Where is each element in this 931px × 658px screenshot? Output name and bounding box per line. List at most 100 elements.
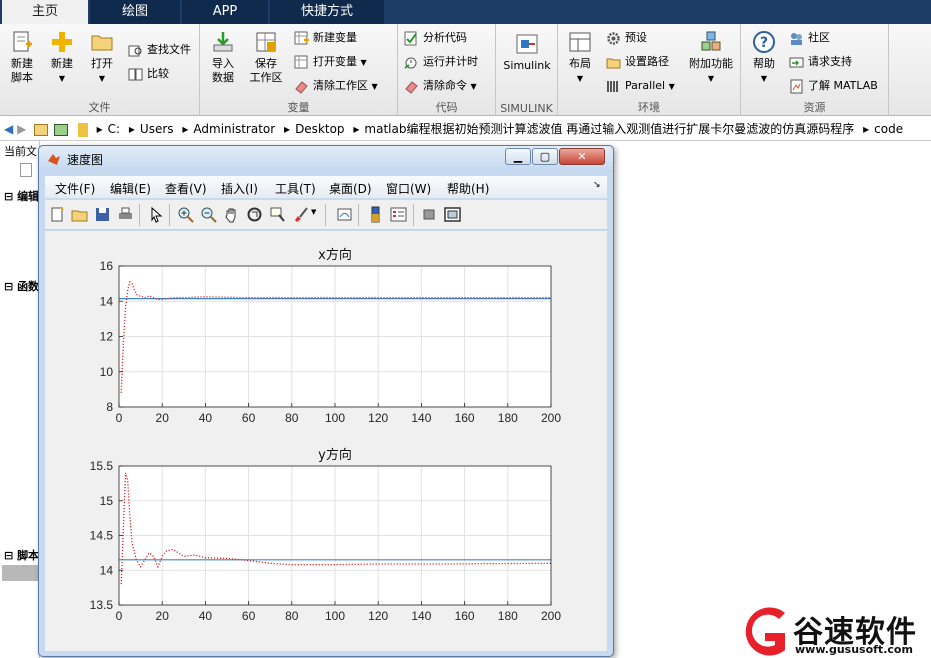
menu-insert[interactable]: 插入(I): [221, 180, 258, 197]
run-and-time-button[interactable]: 运行并计时: [404, 52, 478, 72]
x-tick-label: 200: [541, 609, 561, 623]
minimize-button[interactable]: ▁: [505, 148, 531, 165]
find-files-button[interactable]: 查找文件: [128, 40, 191, 60]
path-segment[interactable]: matlab编程根据初始预测计算滤波值 再通过输入观测值进行扩展卡尔曼滤波的仿真…: [364, 122, 854, 136]
x-tick-label: 0: [116, 609, 123, 623]
layout-icon: [569, 32, 591, 52]
link-plot-icon[interactable]: [336, 206, 353, 223]
menu-file[interactable]: 文件(F): [55, 180, 95, 197]
plots-svg: 0 20 40 60 80 100 120 140 160 180 200 8 10 12 14 16 x方向 0…: [90, 247, 562, 623]
import-data-button[interactable]: 导入 数据: [206, 30, 240, 85]
dropdown-arrow-icon[interactable]: ▼: [311, 208, 316, 216]
compare-button[interactable]: 比较: [128, 64, 169, 84]
x-tick-label: 200: [541, 411, 561, 425]
simulink-button[interactable]: Simulink: [500, 32, 554, 73]
community-button[interactable]: 社区: [789, 28, 830, 48]
open-label: 打开: [91, 57, 113, 70]
dock-icon[interactable]: ↘: [593, 180, 601, 190]
current-folder-pane: 当前文 ⊟ 编辑 ⊟ 函数 ⊟ 脚本: [0, 141, 40, 658]
figure-titlebar[interactable]: 速度图 ▁ ▢ ✕: [39, 146, 613, 172]
new-figure-icon[interactable]: [49, 206, 66, 223]
save-workspace-button[interactable]: 保存 工作区: [246, 30, 286, 85]
zoom-in-icon[interactable]: [177, 206, 194, 223]
pointer-icon[interactable]: [148, 206, 165, 223]
new-script-button[interactable]: 新建 脚本: [4, 30, 40, 85]
collapse-icon[interactable]: ⊟: [4, 280, 13, 293]
tab-apps[interactable]: APP: [182, 0, 268, 24]
x-tick-label: 60: [242, 411, 256, 425]
path-segment[interactable]: Desktop: [295, 122, 345, 136]
analyze-code-button[interactable]: 分析代码: [404, 28, 467, 48]
toolbar-divider: [413, 204, 414, 226]
address-bar[interactable]: ◀ ▶ ▸ C: ▸ Users ▸ Administrator ▸ Desktop ▸…: [0, 117, 931, 141]
menu-desktop[interactable]: 桌面(D): [329, 180, 372, 197]
menu-window[interactable]: 窗口(W): [386, 180, 431, 197]
path-segment[interactable]: Users: [140, 122, 174, 136]
new-variable-button[interactable]: 新建变量: [294, 28, 357, 48]
learn-matlab-button[interactable]: 了解 MATLAB: [789, 76, 878, 96]
x-tick-label: 180: [498, 609, 518, 623]
request-support-button[interactable]: 请求支持: [789, 52, 852, 72]
clear-commands-button[interactable]: 清除命令 ▼: [404, 76, 477, 96]
y-tick-label: 15.5: [90, 459, 114, 473]
open-file-icon[interactable]: [71, 206, 88, 223]
zoom-out-icon[interactable]: [200, 206, 217, 223]
set-path-button[interactable]: 设置路径: [606, 52, 669, 72]
print-icon[interactable]: [117, 206, 134, 223]
section-edit[interactable]: ⊟ 编辑: [4, 188, 39, 204]
path-segment[interactable]: C:: [108, 122, 120, 136]
x-tick-label: 100: [325, 411, 345, 425]
clear-workspace-button[interactable]: 清除工作区 ▼: [294, 76, 378, 96]
parallel-button[interactable]: Parallel ▼: [606, 76, 675, 96]
section-script[interactable]: ⊟ 脚本: [4, 547, 39, 563]
hide-plot-tools-icon[interactable]: [421, 206, 438, 223]
collapse-icon[interactable]: ⊟: [4, 549, 13, 562]
help-button[interactable]: ? 帮助 ▼: [747, 30, 781, 86]
plus-icon: [52, 32, 72, 52]
pan-hand-icon[interactable]: [223, 206, 240, 223]
x-tick-label: 160: [455, 609, 475, 623]
close-button[interactable]: ✕: [559, 148, 605, 165]
find-files-label: 查找文件: [147, 43, 191, 56]
analyze-icon: [404, 31, 417, 45]
open-variable-button[interactable]: 打开变量 ▼: [294, 52, 367, 72]
group-file: 新建 脚本 新建 ▼ 打开 ▼ 查找文件 比较 文件: [0, 24, 200, 116]
new-button[interactable]: 新建 ▼: [44, 30, 80, 86]
path-segment[interactable]: code: [874, 122, 903, 136]
colorbar-icon[interactable]: [367, 206, 384, 223]
y-tick-label: 14: [100, 563, 114, 577]
layout-button[interactable]: 布局 ▼: [562, 30, 598, 86]
parallel-icon: [607, 80, 618, 92]
path-segment[interactable]: Administrator: [193, 122, 275, 136]
legend-icon[interactable]: [390, 206, 407, 223]
menu-view[interactable]: 查看(V): [165, 180, 207, 197]
selected-row[interactable]: [2, 565, 39, 581]
forward-arrow-icon[interactable]: ▶: [17, 122, 26, 136]
tab-shortcuts[interactable]: 快捷方式: [270, 0, 384, 24]
preferences-button[interactable]: 预设: [606, 28, 647, 48]
tab-home[interactable]: 主页: [2, 0, 88, 24]
rotate-3d-icon[interactable]: [246, 206, 263, 223]
maximize-button[interactable]: ▢: [532, 148, 558, 165]
tab-plots[interactable]: 绘图: [90, 0, 180, 24]
data-cursor-icon[interactable]: [269, 206, 286, 223]
collapse-icon[interactable]: ⊟: [4, 190, 13, 203]
add-ons-button[interactable]: 附加功能 ▼: [684, 30, 738, 86]
watermark: 谷速软件 www.gususoft.com: [735, 605, 931, 658]
path-separator: ▸: [284, 122, 291, 136]
chart-title: x方向: [318, 247, 352, 263]
show-plot-tools-icon[interactable]: [444, 206, 461, 223]
up-folder-icon[interactable]: [34, 123, 49, 136]
section-functions[interactable]: ⊟ 函数: [4, 278, 39, 294]
browse-folder-icon[interactable]: [53, 123, 68, 136]
brush-icon[interactable]: [292, 206, 309, 223]
open-button[interactable]: 打开 ▼: [84, 30, 120, 86]
back-arrow-icon[interactable]: ◀: [4, 122, 13, 136]
path-separator: ▸: [128, 122, 135, 136]
x-tick-label: 160: [455, 411, 475, 425]
find-files-icon: [128, 45, 142, 56]
menu-tools[interactable]: 工具(T): [275, 180, 316, 197]
save-icon[interactable]: [94, 206, 111, 223]
menu-help[interactable]: 帮助(H): [447, 180, 489, 197]
menu-edit[interactable]: 编辑(E): [110, 180, 151, 197]
